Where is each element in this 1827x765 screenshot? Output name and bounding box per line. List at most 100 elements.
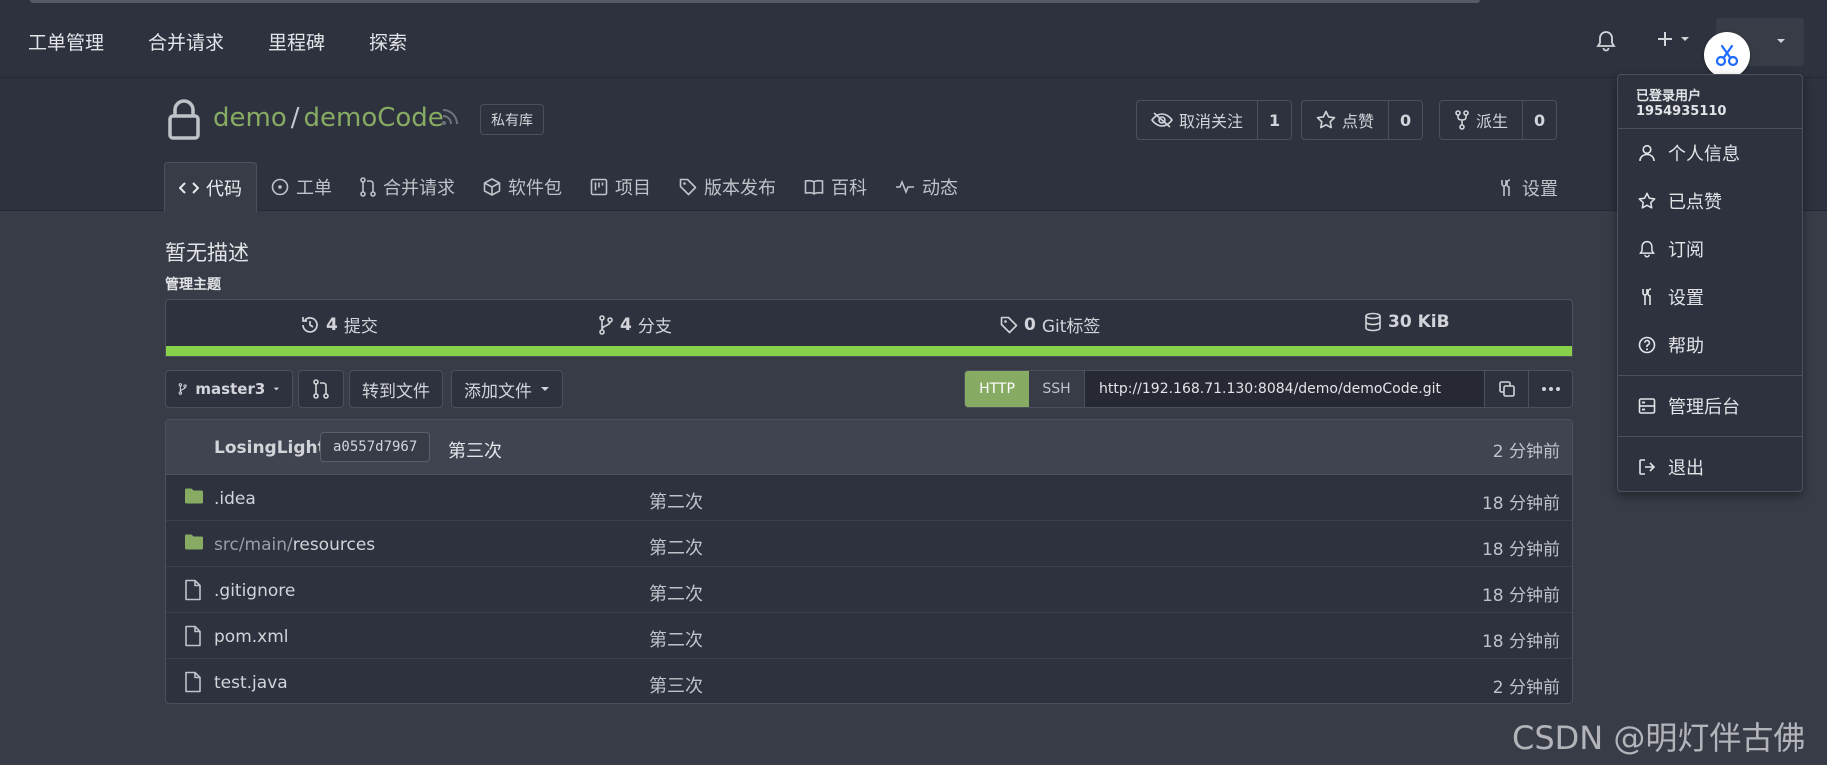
- repo-tabs: 代码 工单 合并请求 软件包 项目 版本发布 百科 动态: [164, 162, 972, 212]
- commit-time: 2 分钟前: [1492, 442, 1560, 462]
- book-icon: [804, 179, 824, 195]
- tab-code[interactable]: 代码: [164, 162, 257, 212]
- repo-description: 暂无描述: [165, 241, 249, 265]
- unwatch-button[interactable]: 取消关注: [1137, 101, 1257, 139]
- branches-stat[interactable]: 4 分支: [598, 312, 672, 337]
- tab-issues[interactable]: 工单: [257, 162, 346, 211]
- branch-selector[interactable]: master3: [165, 370, 293, 408]
- tab-wiki[interactable]: 百科: [790, 162, 881, 211]
- scissors-icon[interactable]: [1704, 32, 1750, 78]
- tools-icon: [1642, 288, 1652, 305]
- menu-item-logout[interactable]: 退出: [1618, 443, 1802, 491]
- file-name[interactable]: pom.xml: [214, 627, 289, 647]
- star-icon: [1316, 110, 1336, 129]
- bell-icon: [1639, 240, 1655, 258]
- tab-label: 合并请求: [383, 177, 455, 199]
- window-frame-edge: [30, 0, 1480, 3]
- tab-packages[interactable]: 软件包: [469, 162, 576, 211]
- tab-label: 代码: [206, 178, 242, 200]
- add-file-dropdown[interactable]: 添加文件: [451, 370, 563, 408]
- tab-label: 版本发布: [704, 177, 776, 199]
- nav-issues[interactable]: 工单管理: [28, 28, 104, 55]
- folder-icon: [184, 487, 204, 505]
- nav-milestones[interactable]: 里程碑: [268, 28, 325, 55]
- notifications-bell-icon[interactable]: [1596, 30, 1616, 52]
- plus-icon: [1658, 32, 1672, 46]
- user-dropdown-menu: 已登录用户 1954935110 个人信息 已点赞 订阅 设置 帮助 管理后台 …: [1617, 74, 1803, 492]
- language-bar: [166, 346, 1572, 356]
- fork-button[interactable]: 派生: [1440, 101, 1522, 139]
- main-nav: 工单管理 合并请求 里程碑 探索: [28, 28, 407, 55]
- file-name-text: .gitignore: [214, 581, 296, 601]
- nav-explore[interactable]: 探索: [369, 28, 407, 55]
- pull-request-icon: [360, 176, 376, 197]
- tag-icon: [1000, 316, 1018, 333]
- clone-url-input[interactable]: http://192.168.71.130:8084/demo/demoCode…: [1085, 371, 1485, 407]
- commit-author[interactable]: LosingLight: [214, 438, 326, 458]
- file-commit-message[interactable]: 第二次: [649, 580, 703, 606]
- file-commit-message[interactable]: 第二次: [649, 488, 703, 514]
- tab-label: 项目: [615, 177, 651, 199]
- fork-count[interactable]: 0: [1522, 101, 1556, 139]
- menu-item-label: 已点赞: [1668, 192, 1722, 213]
- tags-stat[interactable]: 0 Git标签: [1000, 312, 1100, 337]
- file-commit-time: 18 分钟前: [1481, 494, 1560, 514]
- clone-http-button[interactable]: HTTP: [965, 371, 1029, 407]
- commits-count: 4: [326, 314, 338, 335]
- tab-projects[interactable]: 项目: [576, 162, 665, 211]
- star-button[interactable]: 点赞: [1302, 101, 1388, 139]
- file-name[interactable]: test.java: [214, 673, 288, 693]
- issue-icon: [271, 178, 289, 195]
- repo-owner-link[interactable]: demo: [213, 103, 287, 133]
- tab-pull-requests[interactable]: 合并请求: [346, 162, 469, 211]
- file-name[interactable]: src/main/resources: [214, 535, 375, 555]
- create-new-dropdown[interactable]: [1656, 30, 1690, 48]
- menu-item-label: 订阅: [1668, 240, 1704, 261]
- compare-button[interactable]: [298, 370, 344, 408]
- tab-label: 工单: [296, 177, 332, 199]
- nav-pull-requests[interactable]: 合并请求: [148, 28, 224, 55]
- branch-icon: [599, 314, 613, 335]
- star-count[interactable]: 0: [1388, 101, 1422, 139]
- file-table: LosingLight a0557d7967 第三次 2 分钟前 .idea 第…: [165, 419, 1573, 704]
- menu-item-starred[interactable]: 已点赞: [1618, 177, 1802, 225]
- commits-stat[interactable]: 4 提交: [300, 312, 378, 337]
- file-commit-message[interactable]: 第三次: [649, 672, 703, 698]
- project-icon: [590, 178, 608, 195]
- question-icon: [1638, 336, 1656, 354]
- more-options-button[interactable]: [1529, 371, 1572, 407]
- commit-sha[interactable]: a0557d7967: [320, 432, 431, 462]
- table-row: test.java 第三次 2 分钟前: [166, 659, 1572, 703]
- rss-icon[interactable]: [441, 108, 459, 126]
- signed-in-as: 已登录用户 1954935110: [1618, 75, 1802, 129]
- file-name-text: resources: [292, 535, 376, 555]
- tab-activity[interactable]: 动态: [881, 162, 972, 211]
- menu-item-subscriptions[interactable]: 订阅: [1618, 225, 1802, 273]
- file-name-text: test.java: [214, 673, 288, 693]
- file-name[interactable]: .gitignore: [214, 581, 295, 601]
- menu-item-label: 个人信息: [1668, 144, 1740, 165]
- menu-item-label: 设置: [1668, 288, 1704, 309]
- clone-panel: HTTP SSH http://192.168.71.130:8084/demo…: [964, 370, 1573, 408]
- file-commit-message[interactable]: 第二次: [649, 534, 703, 560]
- watch-count[interactable]: 1: [1257, 101, 1291, 139]
- menu-item-settings[interactable]: 设置: [1618, 273, 1802, 321]
- menu-item-help[interactable]: 帮助: [1618, 321, 1802, 369]
- tab-releases[interactable]: 版本发布: [665, 162, 790, 211]
- commit-message[interactable]: 第三次: [448, 437, 502, 463]
- goto-file-button[interactable]: 转到文件: [349, 370, 443, 408]
- file-commit-message[interactable]: 第二次: [649, 626, 703, 652]
- tab-settings[interactable]: 设置: [1497, 175, 1558, 201]
- manage-topics-link[interactable]: 管理主题: [165, 274, 221, 294]
- folder-icon: [184, 533, 204, 551]
- lock-icon: [166, 98, 202, 140]
- clone-ssh-button[interactable]: SSH: [1029, 371, 1085, 407]
- repo-name-link[interactable]: demoCode: [304, 103, 444, 133]
- table-row: src/main/resources 第二次 18 分钟前: [166, 521, 1572, 567]
- copy-url-button[interactable]: [1485, 371, 1529, 407]
- tab-label: 设置: [1522, 179, 1558, 200]
- menu-item-admin[interactable]: 管理后台: [1618, 382, 1802, 430]
- add-file-label: 添加文件: [464, 381, 532, 402]
- menu-item-profile[interactable]: 个人信息: [1618, 129, 1802, 177]
- file-name[interactable]: .idea: [214, 489, 256, 509]
